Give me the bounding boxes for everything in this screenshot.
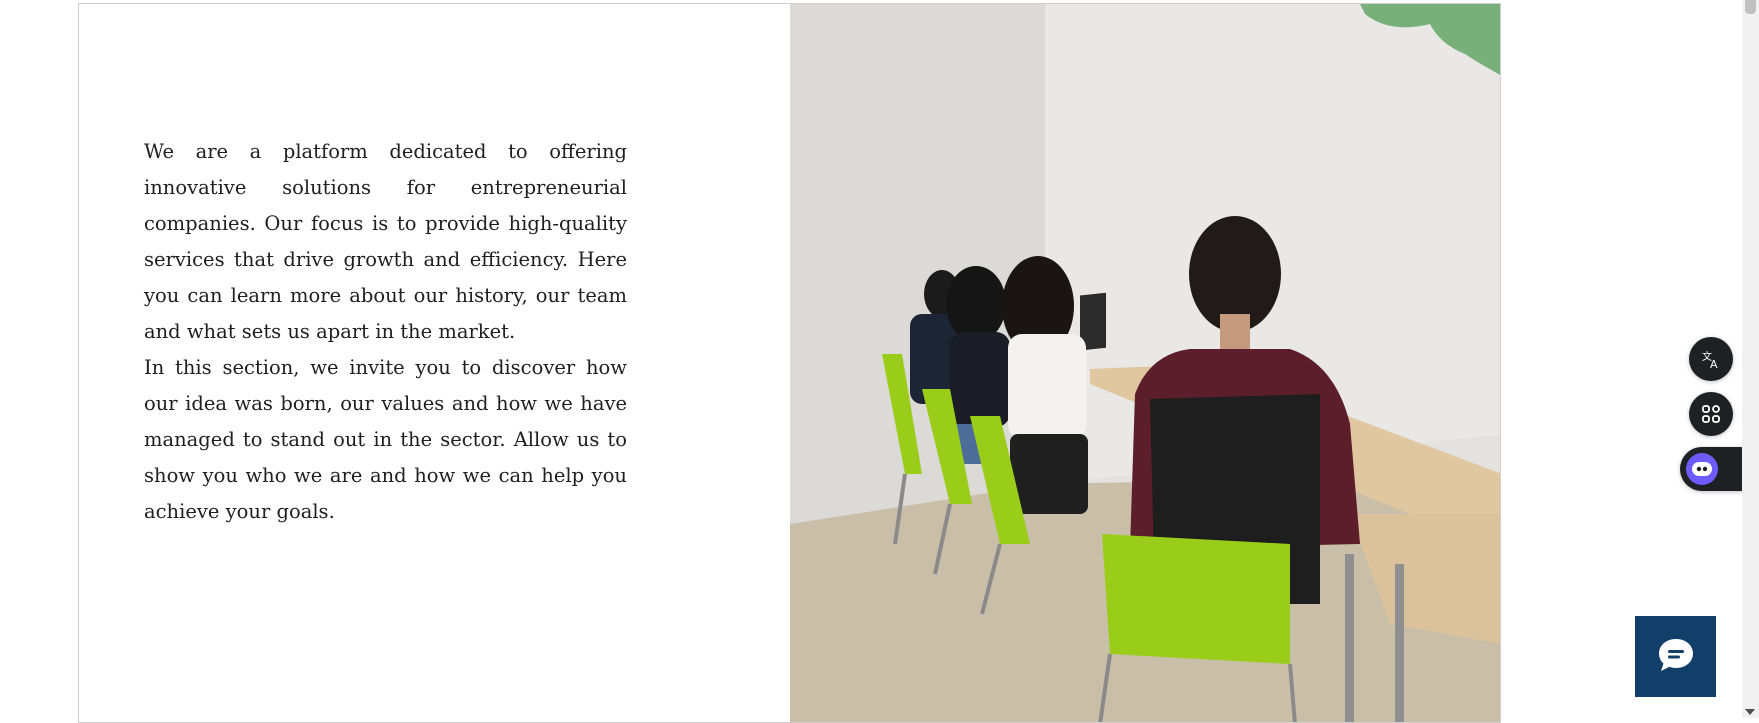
about-paragraph-2: In this section, we invite you to discov…: [144, 356, 627, 523]
scroll-down-arrow-icon[interactable]: [1745, 709, 1755, 715]
assistant-bot-icon: [1686, 453, 1718, 485]
chat-button[interactable]: [1635, 616, 1716, 697]
translate-button[interactable]: 文 A: [1689, 337, 1733, 381]
about-paragraph-1: We are a platform dedicated to offering …: [144, 140, 627, 343]
about-text: We are a platform dedicated to offering …: [144, 134, 627, 530]
scrollbar-thumb[interactable]: [1745, 0, 1756, 14]
team-photo: [790, 4, 1500, 722]
apps-grid-icon: [1700, 403, 1722, 425]
chat-bubble-icon: [1657, 637, 1695, 677]
assistant-button[interactable]: [1680, 447, 1742, 491]
vertical-scrollbar[interactable]: [1742, 0, 1759, 718]
apps-button[interactable]: [1689, 392, 1733, 436]
translate-icon: 文 A: [1700, 348, 1722, 370]
about-section-card: We are a platform dedicated to offering …: [78, 3, 1501, 723]
svg-text:A: A: [1710, 358, 1718, 370]
